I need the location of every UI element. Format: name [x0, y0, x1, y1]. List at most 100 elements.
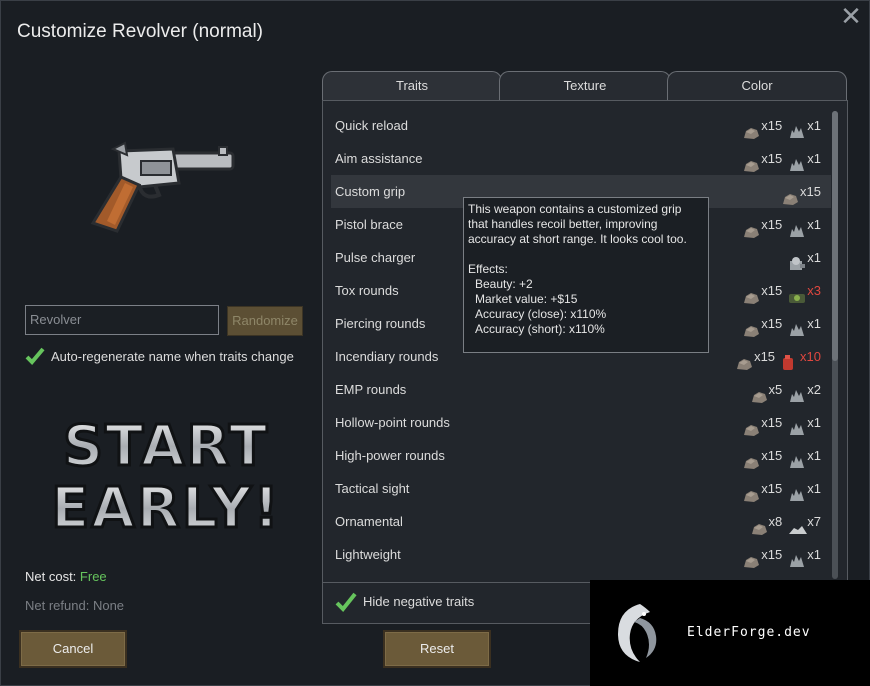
metal-icon: [788, 482, 806, 501]
net-refund-label: Net refund:: [25, 598, 90, 613]
checkmark-icon: [25, 347, 45, 365]
fuel-icon: [781, 350, 799, 370]
trait-name: Hollow-point rounds: [335, 415, 450, 430]
trait-row[interactable]: Quick reload x15 x1: [331, 109, 831, 142]
trait-row[interactable]: EMP rounds x5 x2: [331, 373, 831, 406]
stone-icon: [750, 515, 768, 535]
trait-name: Ornamental: [335, 514, 403, 529]
cost-amount: x15: [761, 547, 783, 562]
trait-cost: x15 x1: [742, 307, 827, 340]
component-icon: [788, 251, 806, 270]
trait-tooltip: This weapon contains a customized grip t…: [463, 197, 709, 353]
cost-amount: x1: [807, 448, 821, 463]
trait-name: Piercing rounds: [335, 316, 426, 331]
cost-amount: x15: [761, 283, 783, 298]
trait-row[interactable]: Hollow-point rounds x15 x1: [331, 406, 831, 439]
tab-texture[interactable]: Texture: [499, 71, 671, 100]
dialog-title: Customize Revolver (normal): [17, 21, 264, 42]
start-early-banner: START EARLY!: [50, 413, 281, 540]
reset-button[interactable]: Reset: [383, 630, 491, 668]
watermark: ElderForge.dev: [590, 580, 870, 686]
trait-name: Pulse charger: [335, 250, 416, 265]
trait-name: Pistol brace: [335, 217, 403, 232]
stone-icon: [742, 548, 760, 568]
metal-icon: [788, 119, 806, 138]
trait-row[interactable]: Aim assistance x15 x1: [331, 142, 831, 175]
cost-amount: x10: [800, 349, 821, 364]
cost-amount: x15: [800, 184, 821, 199]
tooltip-effects-header: Effects:: [468, 262, 508, 276]
stone-icon: [742, 152, 760, 172]
tooltip-effect: Accuracy (close): x110%: [475, 307, 607, 321]
trait-cost: x15: [781, 175, 827, 208]
cost-amount: x8: [768, 514, 783, 529]
cancel-button[interactable]: Cancel: [19, 630, 127, 668]
tooltip-effect: Beauty: +2: [475, 277, 533, 291]
cost-amount: x1: [807, 217, 821, 232]
tooltip-effect: Accuracy (short): x110%: [475, 322, 605, 336]
hide-negative-traits-label: Hide negative traits: [363, 594, 475, 609]
revolver-icon: [90, 141, 235, 233]
scrollbar-thumb[interactable]: [832, 111, 838, 361]
cost-amount: x15: [761, 151, 783, 166]
tooltip-effect: Market value: +$15: [475, 292, 578, 306]
trait-cost: x15 x1: [742, 406, 827, 439]
stone-icon: [742, 449, 760, 469]
trait-name: EMP rounds: [335, 382, 407, 397]
trait-row[interactable]: Tactical sight x15 x1: [331, 472, 831, 505]
stone-icon: [742, 218, 760, 238]
trait-row[interactable]: High-power rounds x15 x1: [331, 439, 831, 472]
tab-color[interactable]: Color: [667, 71, 847, 100]
metal-icon: [788, 152, 806, 171]
stone-icon: [781, 185, 799, 205]
metal-icon: [788, 218, 806, 237]
cost-amount: x1: [807, 118, 821, 133]
tab-traits[interactable]: Traits: [322, 71, 502, 100]
net-refund-value: None: [92, 598, 125, 613]
trait-name: Tactical sight: [335, 481, 410, 496]
net-cost-label: Net cost:: [25, 569, 77, 584]
toxin-icon: [788, 284, 806, 303]
cost-amount: x3: [807, 283, 821, 298]
silver-icon: [788, 515, 808, 534]
net-cost-value: Free: [79, 569, 107, 584]
cost-amount: x15: [754, 349, 776, 364]
trait-row[interactable]: Ornamental x8 x7: [331, 505, 831, 538]
randomize-button[interactable]: Randomize: [227, 306, 303, 336]
trait-name: Lightweight: [335, 547, 401, 562]
stone-icon: [742, 119, 760, 139]
cost-amount: x1: [807, 250, 821, 265]
trait-cost: x15 x1: [742, 208, 827, 241]
trait-cost: x15 x1: [742, 439, 827, 472]
traits-panel: Quick reload x15 x1 Aim assistance x15 x1 Cust…: [322, 100, 848, 624]
trait-name: Quick reload: [335, 118, 408, 133]
cost-amount: x15: [761, 415, 783, 430]
tooltip-description: This weapon contains a customized grip t…: [468, 202, 687, 246]
stone-icon: [750, 383, 768, 403]
weapon-name-input[interactable]: Revolver: [25, 305, 219, 335]
cost-amount: x1: [807, 415, 821, 430]
dragon-logo-icon: [618, 604, 657, 662]
trait-name: Aim assistance: [335, 151, 423, 166]
net-refund: Net refund: None: [25, 598, 124, 613]
checkmark-icon: [335, 592, 357, 612]
metal-icon: [788, 416, 806, 435]
stone-icon: [735, 350, 753, 370]
hide-negative-traits-checkbox[interactable]: Hide negative traits: [323, 582, 591, 620]
trait-name: High-power rounds: [335, 448, 445, 463]
close-icon[interactable]: ✕: [839, 1, 863, 32]
cost-amount: x15: [761, 118, 783, 133]
trait-row[interactable]: Lightweight x15 x1: [331, 538, 831, 571]
watermark-text: ElderForge.dev: [687, 625, 811, 640]
trait-name: Tox rounds: [335, 283, 399, 298]
trait-name: Custom grip: [335, 184, 406, 199]
metal-icon: [788, 317, 806, 336]
auto-regenerate-checkbox[interactable]: Auto-regenerate name when traits change: [25, 347, 294, 365]
stone-icon: [742, 317, 760, 337]
cost-amount: x5: [768, 382, 783, 397]
trait-cost: x15 x1: [742, 142, 827, 175]
trait-cost: x1: [788, 241, 827, 274]
banner-line2: EARLY!: [51, 476, 281, 539]
metal-icon: [788, 548, 806, 567]
tab-bar: Traits Texture Color: [322, 71, 847, 101]
